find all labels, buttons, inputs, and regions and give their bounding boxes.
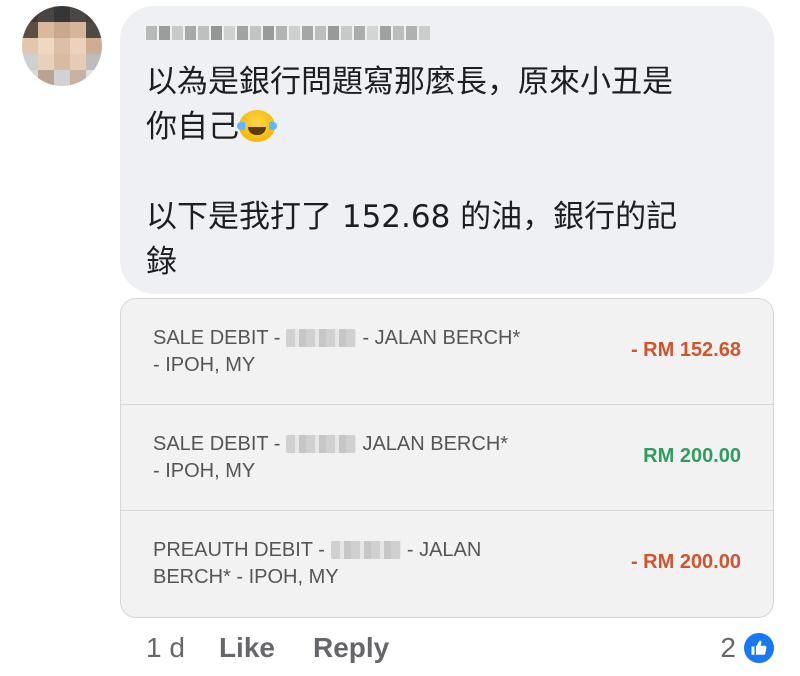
merchant-location: - IPOH, MY (153, 354, 256, 376)
comment-bubble: 以為是銀行問題寫那麼長，原來小丑是 你自己 以下是我打了 152.68 的油，銀… (120, 6, 774, 294)
reply-button[interactable]: Reply (313, 632, 389, 664)
transaction-description: SALE DEBIT - JALAN BERCH* - IPOH, MY (153, 431, 553, 485)
transaction-row: SALE DEBIT - - JALAN BERCH* - IPOH, MY - … (121, 299, 773, 405)
laughing-tears-emoji-icon (237, 110, 277, 142)
comment-text: 以為是銀行問題寫那麼長，原來小丑是 你自己 以下是我打了 152.68 的油，銀… (146, 60, 756, 285)
like-button[interactable]: Like (219, 632, 275, 664)
reaction-summary[interactable]: 2 (720, 630, 776, 666)
bank-statement-image[interactable]: SALE DEBIT - - JALAN BERCH* - IPOH, MY - … (120, 298, 774, 618)
merchant-name: - JALAN (406, 539, 482, 561)
comment-line-4: 錄 (146, 244, 177, 280)
comment-line-3: 以下是我打了 152.68 的油，銀行的記 (146, 199, 678, 235)
comment-line-1: 以為是銀行問題寫那麼長，原來小丑是 (146, 64, 673, 100)
commenter-name-blurred[interactable] (146, 26, 430, 40)
merchant-name: - JALAN BERCH* (362, 327, 521, 349)
transaction-amount: RM 200.00 (643, 445, 741, 467)
comment-line-2: 你自己 (146, 109, 239, 145)
transaction-description: PREAUTH DEBIT - - JALAN BERCH* - IPOH, MY (153, 537, 553, 591)
transaction-amount: - RM 152.68 (630, 339, 741, 361)
transaction-type: SALE DEBIT - (153, 327, 281, 349)
comment-timestamp[interactable]: 1 d (146, 632, 185, 664)
redacted-id (330, 541, 401, 559)
transaction-amount: - RM 200.00 (630, 551, 741, 573)
redacted-id (286, 329, 357, 347)
transaction-type: SALE DEBIT - (153, 433, 281, 455)
comment-actions: 1 d Like Reply (146, 630, 427, 666)
reaction-count: 2 (720, 632, 736, 663)
transaction-row: SALE DEBIT - JALAN BERCH* - IPOH, MY RM 2… (121, 405, 773, 511)
thumbs-up-icon (742, 631, 776, 665)
merchant-location: - IPOH, MY (153, 460, 256, 482)
transaction-description: SALE DEBIT - - JALAN BERCH* - IPOH, MY (153, 325, 553, 379)
transaction-type: PREAUTH DEBIT - (153, 539, 325, 561)
merchant-name: JALAN BERCH* (362, 433, 509, 455)
merchant-location: BERCH* - IPOH, MY (153, 566, 339, 588)
redacted-id (286, 435, 357, 453)
avatar[interactable] (22, 6, 102, 86)
transaction-row: PREAUTH DEBIT - - JALAN BERCH* - IPOH, MY… (121, 511, 773, 617)
